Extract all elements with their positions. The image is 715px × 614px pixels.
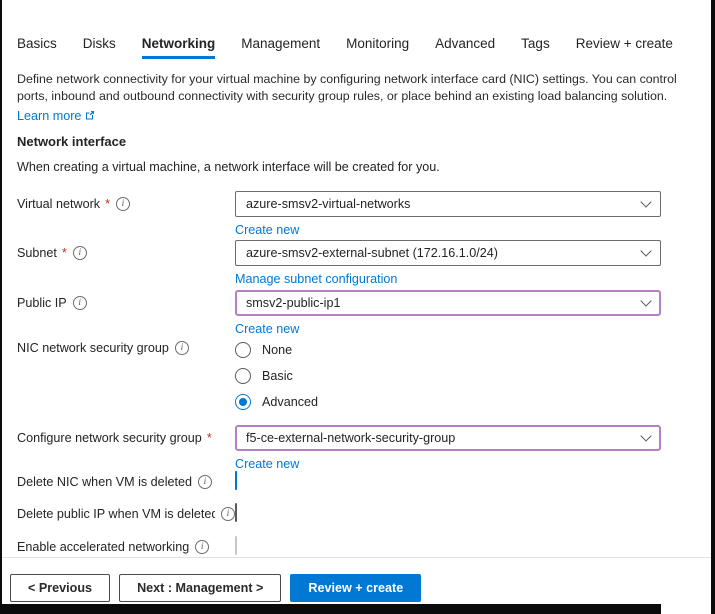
- select-value: f5-ce-external-network-security-group: [246, 431, 455, 445]
- required-marker: *: [105, 197, 110, 211]
- info-icon[interactable]: [195, 540, 209, 554]
- field-row-configure-nsg: Configure network security group * f5-ce…: [17, 425, 661, 473]
- section-subtext: When creating a virtual machine, a netwo…: [17, 160, 440, 174]
- required-marker: *: [207, 431, 212, 445]
- radio-option-none[interactable]: None: [235, 342, 661, 358]
- window-edge-left: [0, 0, 2, 614]
- chevron-down-icon: [640, 430, 651, 441]
- info-icon[interactable]: [73, 246, 87, 260]
- public-ip-label: Public IP: [17, 290, 235, 310]
- virtual-network-select[interactable]: azure-smsv2-virtual-networks: [235, 191, 661, 217]
- select-value: azure-smsv2-virtual-networks: [246, 197, 410, 211]
- external-link-icon: [85, 108, 95, 125]
- learn-more-label: Learn more: [17, 108, 81, 125]
- create-new-nsg-link[interactable]: Create new: [235, 457, 299, 471]
- section-heading: Network interface: [17, 134, 126, 149]
- required-marker: *: [62, 246, 67, 260]
- intro-block: Define network connectivity for your vir…: [17, 71, 711, 125]
- learn-more-link[interactable]: Learn more: [17, 108, 95, 125]
- info-icon[interactable]: [221, 507, 235, 521]
- configure-nsg-label: Configure network security group *: [17, 425, 235, 445]
- virtual-network-label: Virtual network *: [17, 191, 235, 211]
- select-value: smsv2-public-ip1: [246, 296, 340, 310]
- tab-monitoring[interactable]: Monitoring: [346, 36, 409, 59]
- field-row-public-ip: Public IP smsv2-public-ip1 Create new: [17, 290, 661, 338]
- window-edge-right: [711, 0, 715, 614]
- radio-label: Basic: [262, 369, 293, 383]
- tab-advanced[interactable]: Advanced: [435, 36, 495, 59]
- accelerated-networking-checkbox: [235, 536, 237, 555]
- radio-option-advanced[interactable]: Advanced: [235, 394, 661, 410]
- tab-review-create[interactable]: Review + create: [576, 36, 673, 59]
- delete-nic-checkbox[interactable]: [235, 471, 237, 490]
- chevron-down-icon: [640, 245, 651, 256]
- field-row-subnet: Subnet * azure-smsv2-external-subnet (17…: [17, 240, 661, 288]
- radio-option-basic[interactable]: Basic: [235, 368, 661, 384]
- field-row-nic-nsg: NIC network security group None Basic Ad…: [17, 340, 661, 410]
- nic-nsg-radio-group: None Basic Advanced: [235, 340, 661, 410]
- create-new-virtual-network-link[interactable]: Create new: [235, 223, 299, 237]
- tab-networking[interactable]: Networking: [142, 36, 216, 59]
- public-ip-select[interactable]: smsv2-public-ip1: [235, 290, 661, 316]
- info-icon[interactable]: [175, 341, 189, 355]
- subnet-label: Subnet *: [17, 240, 235, 260]
- delete-nic-label: Delete NIC when VM is deleted: [17, 472, 235, 489]
- info-icon[interactable]: [73, 296, 87, 310]
- manage-subnet-configuration-link[interactable]: Manage subnet configuration: [235, 272, 397, 286]
- chevron-down-icon: [640, 196, 651, 207]
- nic-nsg-label: NIC network security group: [17, 340, 235, 355]
- tab-basics[interactable]: Basics: [17, 36, 57, 59]
- radio-label: None: [262, 343, 292, 357]
- configure-nsg-select[interactable]: f5-ce-external-network-security-group: [235, 425, 661, 451]
- next-management-button[interactable]: Next : Management >: [119, 574, 281, 602]
- footer-divider: [2, 557, 711, 558]
- field-row-accelerated-networking: Enable accelerated networking: [17, 537, 661, 555]
- radio-icon[interactable]: [235, 342, 251, 358]
- delete-public-ip-checkbox[interactable]: [235, 503, 237, 522]
- tab-bar: Basics Disks Networking Management Monit…: [17, 36, 673, 59]
- select-value: azure-smsv2-external-subnet (172.16.1.0/…: [246, 246, 498, 260]
- subnet-select[interactable]: azure-smsv2-external-subnet (172.16.1.0/…: [235, 240, 661, 266]
- accelerated-networking-label: Enable accelerated networking: [17, 537, 235, 554]
- info-icon[interactable]: [198, 475, 212, 489]
- tab-disks[interactable]: Disks: [83, 36, 116, 59]
- delete-public-ip-label: Delete public IP when VM is deleted: [17, 504, 235, 521]
- field-row-delete-nic: Delete NIC when VM is deleted: [17, 472, 661, 490]
- radio-label: Advanced: [262, 395, 318, 409]
- vm-create-networking-page: Basics Disks Networking Management Monit…: [0, 0, 715, 614]
- footer-button-bar: < Previous Next : Management > Review + …: [10, 574, 421, 602]
- radio-icon[interactable]: [235, 394, 251, 410]
- tab-tags[interactable]: Tags: [521, 36, 550, 59]
- field-row-virtual-network: Virtual network * azure-smsv2-virtual-ne…: [17, 191, 661, 239]
- window-edge-bottom: [0, 604, 661, 614]
- field-row-delete-public-ip: Delete public IP when VM is deleted: [17, 504, 661, 522]
- chevron-down-icon: [640, 295, 651, 306]
- previous-button[interactable]: < Previous: [10, 574, 110, 602]
- page-description: Define network connectivity for your vir…: [17, 71, 711, 105]
- create-new-public-ip-link[interactable]: Create new: [235, 322, 299, 336]
- review-create-button[interactable]: Review + create: [290, 574, 421, 602]
- radio-icon[interactable]: [235, 368, 251, 384]
- info-icon[interactable]: [116, 197, 130, 211]
- tab-management[interactable]: Management: [241, 36, 320, 59]
